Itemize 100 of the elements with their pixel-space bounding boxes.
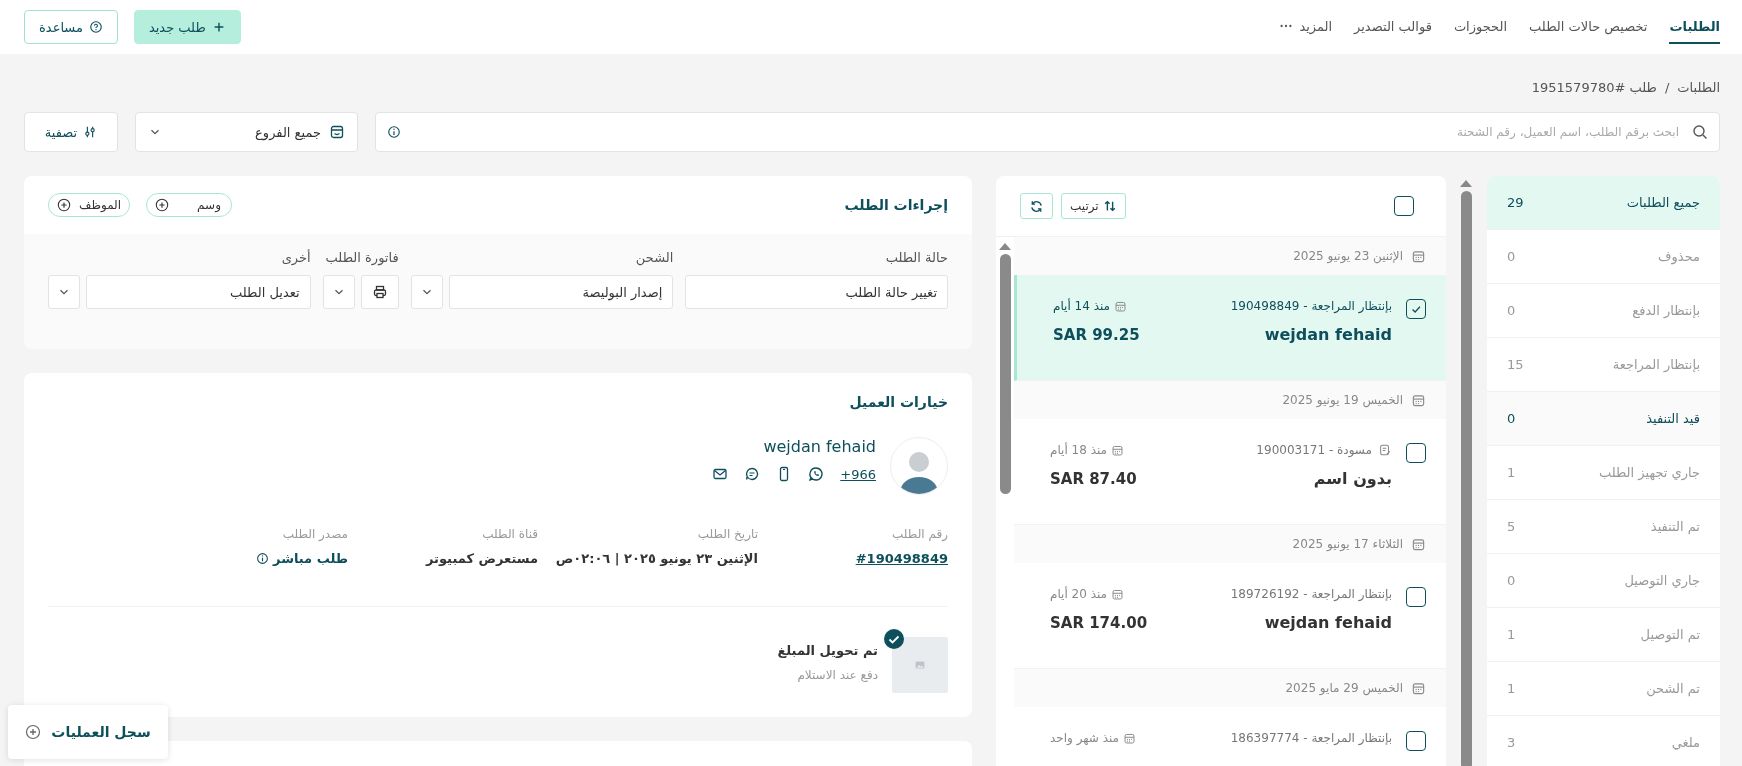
nav-tab[interactable]: الحجوزات [1453, 10, 1508, 44]
field-label: أخرى [280, 250, 311, 265]
status-label: تم التوصيل [1640, 627, 1700, 642]
order-row[interactable]: بإنتظار المراجعة - 186397774 منذ شهر واحد [1014, 707, 1446, 766]
order-number-link[interactable]: #190498849 [758, 551, 948, 566]
field-label: فاتورة الطلب [324, 250, 399, 265]
order-age: منذ 18 أيام [1050, 443, 1108, 457]
calendar-icon [1111, 587, 1125, 601]
chat-icon[interactable] [744, 466, 761, 482]
customer-name: wejdan fehaid [1264, 613, 1392, 632]
order-reference: مسودة - 190003171 [1256, 443, 1372, 457]
action-select[interactable]: تعديل الطلب [86, 275, 311, 309]
sliders-icon [83, 125, 98, 139]
status-count: 0 [1507, 249, 1516, 264]
detail-value: الإثنين ٢٣ يونيو ٢٠٢٥ | ٠٢:٠٦ص [554, 551, 758, 566]
filter-button[interactable]: تصفية [24, 112, 118, 152]
status-count: 5 [1507, 519, 1516, 534]
activity-log-button[interactable]: سجل العمليات [8, 705, 168, 759]
status-count: 0 [1507, 411, 1516, 426]
plus-circle-icon [25, 724, 42, 740]
status-count: 0 [1507, 303, 1516, 318]
note-icon [1378, 443, 1392, 457]
calendar-icon [1411, 392, 1426, 408]
order-amount: SAR 87.40 [1050, 469, 1137, 488]
search-icon [1692, 124, 1708, 140]
detail-label: مصدر الطلب [281, 527, 348, 541]
print-button[interactable] [360, 275, 399, 309]
order-age: منذ شهر واحد [1050, 731, 1120, 745]
sort-icon [1102, 199, 1117, 213]
detail-value: طلب مباشر [273, 551, 348, 566]
status-label: ملغي [1671, 735, 1700, 750]
printer-icon [371, 284, 388, 300]
payment-method: دفع عند الاستلام [796, 668, 878, 682]
status-label: تم التنفيذ [1650, 519, 1700, 534]
search-field[interactable]: ابحث برقم الطلب، اسم العميل، رقم الشحنة [375, 112, 1720, 152]
status-label: جميع الطلبات [1626, 195, 1700, 210]
status-label: تم الشحن [1646, 681, 1700, 696]
breadcrumb-link[interactable]: الطلبات [1677, 79, 1720, 95]
order-checkbox[interactable] [1406, 443, 1426, 463]
mail-icon[interactable] [712, 466, 729, 482]
help-icon [88, 20, 103, 34]
date-heading: الخميس 19 يونيو 2025 [1282, 393, 1403, 407]
breadcrumb-link[interactable]: طلب #1951579780 [1531, 79, 1657, 95]
info-icon [256, 552, 270, 565]
tag-button[interactable]: وسم [146, 193, 232, 217]
nav-tab[interactable]: تخصيص حالات الطلب [1529, 10, 1648, 44]
customer-name: wejdan fehaid [1264, 325, 1392, 344]
order-amount: SAR 174.00 [1050, 613, 1148, 632]
detail-label: تاريخ الطلب [696, 527, 758, 541]
employee-button[interactable]: الموظف [48, 193, 131, 217]
calendar-icon [1411, 536, 1426, 552]
order-checkbox[interactable] [1406, 731, 1426, 751]
order-reference: بإنتظار المراجعة - 190498849 [1230, 299, 1392, 313]
order-age: منذ 20 أيام [1050, 587, 1108, 601]
status-count: 0 [1507, 573, 1516, 588]
status-count: 1 [1507, 627, 1516, 642]
whatsapp-icon[interactable] [808, 466, 825, 482]
status-label: بإنتظار الدفع [1632, 303, 1700, 318]
status-label: جاري تجهيز الطلب [1598, 465, 1700, 480]
nav-tab[interactable]: الطلبات [1669, 10, 1720, 44]
select-all-checkbox[interactable] [1394, 196, 1414, 216]
refresh-icon [1029, 198, 1044, 214]
phone-link[interactable]: +966 [840, 466, 876, 482]
plus-circle-icon [155, 198, 170, 212]
detail-value: مستعرض كمبيوتر [424, 551, 538, 566]
panel-title: إجراءات الطلب [844, 197, 948, 213]
status-count: 15 [1507, 357, 1524, 372]
info-icon [387, 125, 401, 139]
branch-select[interactable]: جميع الفروع [135, 112, 358, 152]
help-button[interactable]: مساعدة [24, 10, 118, 44]
more-menu[interactable]: المزيد [1279, 10, 1333, 44]
order-age: منذ 14 أيام [1053, 299, 1111, 313]
status-label: بإنتظار المراجعة [1612, 357, 1700, 372]
calendar-icon [1411, 680, 1426, 696]
store-icon [329, 124, 345, 140]
date-heading: الثلاثاء 17 يونيو 2025 [1292, 537, 1403, 551]
sort-button[interactable]: ترتيب [1061, 193, 1126, 219]
status-select[interactable]: تغيير حالة الطلب [685, 275, 948, 309]
calendar-icon [1411, 248, 1426, 264]
status-label: جاري التوصيل [1624, 573, 1700, 588]
nav-tab[interactable]: قوالب التصدير [1354, 10, 1432, 44]
breadcrumb-separator: / [1664, 79, 1670, 95]
customer-name: بدون اسم [1313, 469, 1392, 488]
calendar-icon [1111, 443, 1125, 457]
order-reference: بإنتظار المراجعة - 189726192 [1230, 587, 1392, 601]
calendar-icon [1114, 299, 1128, 313]
status-label: قيد التنفيذ [1646, 411, 1700, 426]
order-checkbox[interactable] [1406, 299, 1426, 319]
date-heading: الإثنين 23 يونيو 2025 [1293, 249, 1403, 263]
status-count: 29 [1507, 195, 1524, 210]
detail-label: رقم الطلب [891, 527, 948, 541]
action-select[interactable]: إصدار البوليصة [448, 275, 674, 309]
field-label: حالة الطلب [884, 250, 948, 265]
new-order-button[interactable]: طلب جديد [133, 10, 241, 44]
status-count: 1 [1507, 465, 1516, 480]
order-reference: بإنتظار المراجعة - 186397774 [1230, 731, 1392, 745]
order-checkbox[interactable] [1406, 587, 1426, 607]
panel-title: خيارات العميل [849, 394, 948, 410]
refresh-button[interactable] [1020, 193, 1053, 219]
status-count: 3 [1507, 735, 1516, 750]
